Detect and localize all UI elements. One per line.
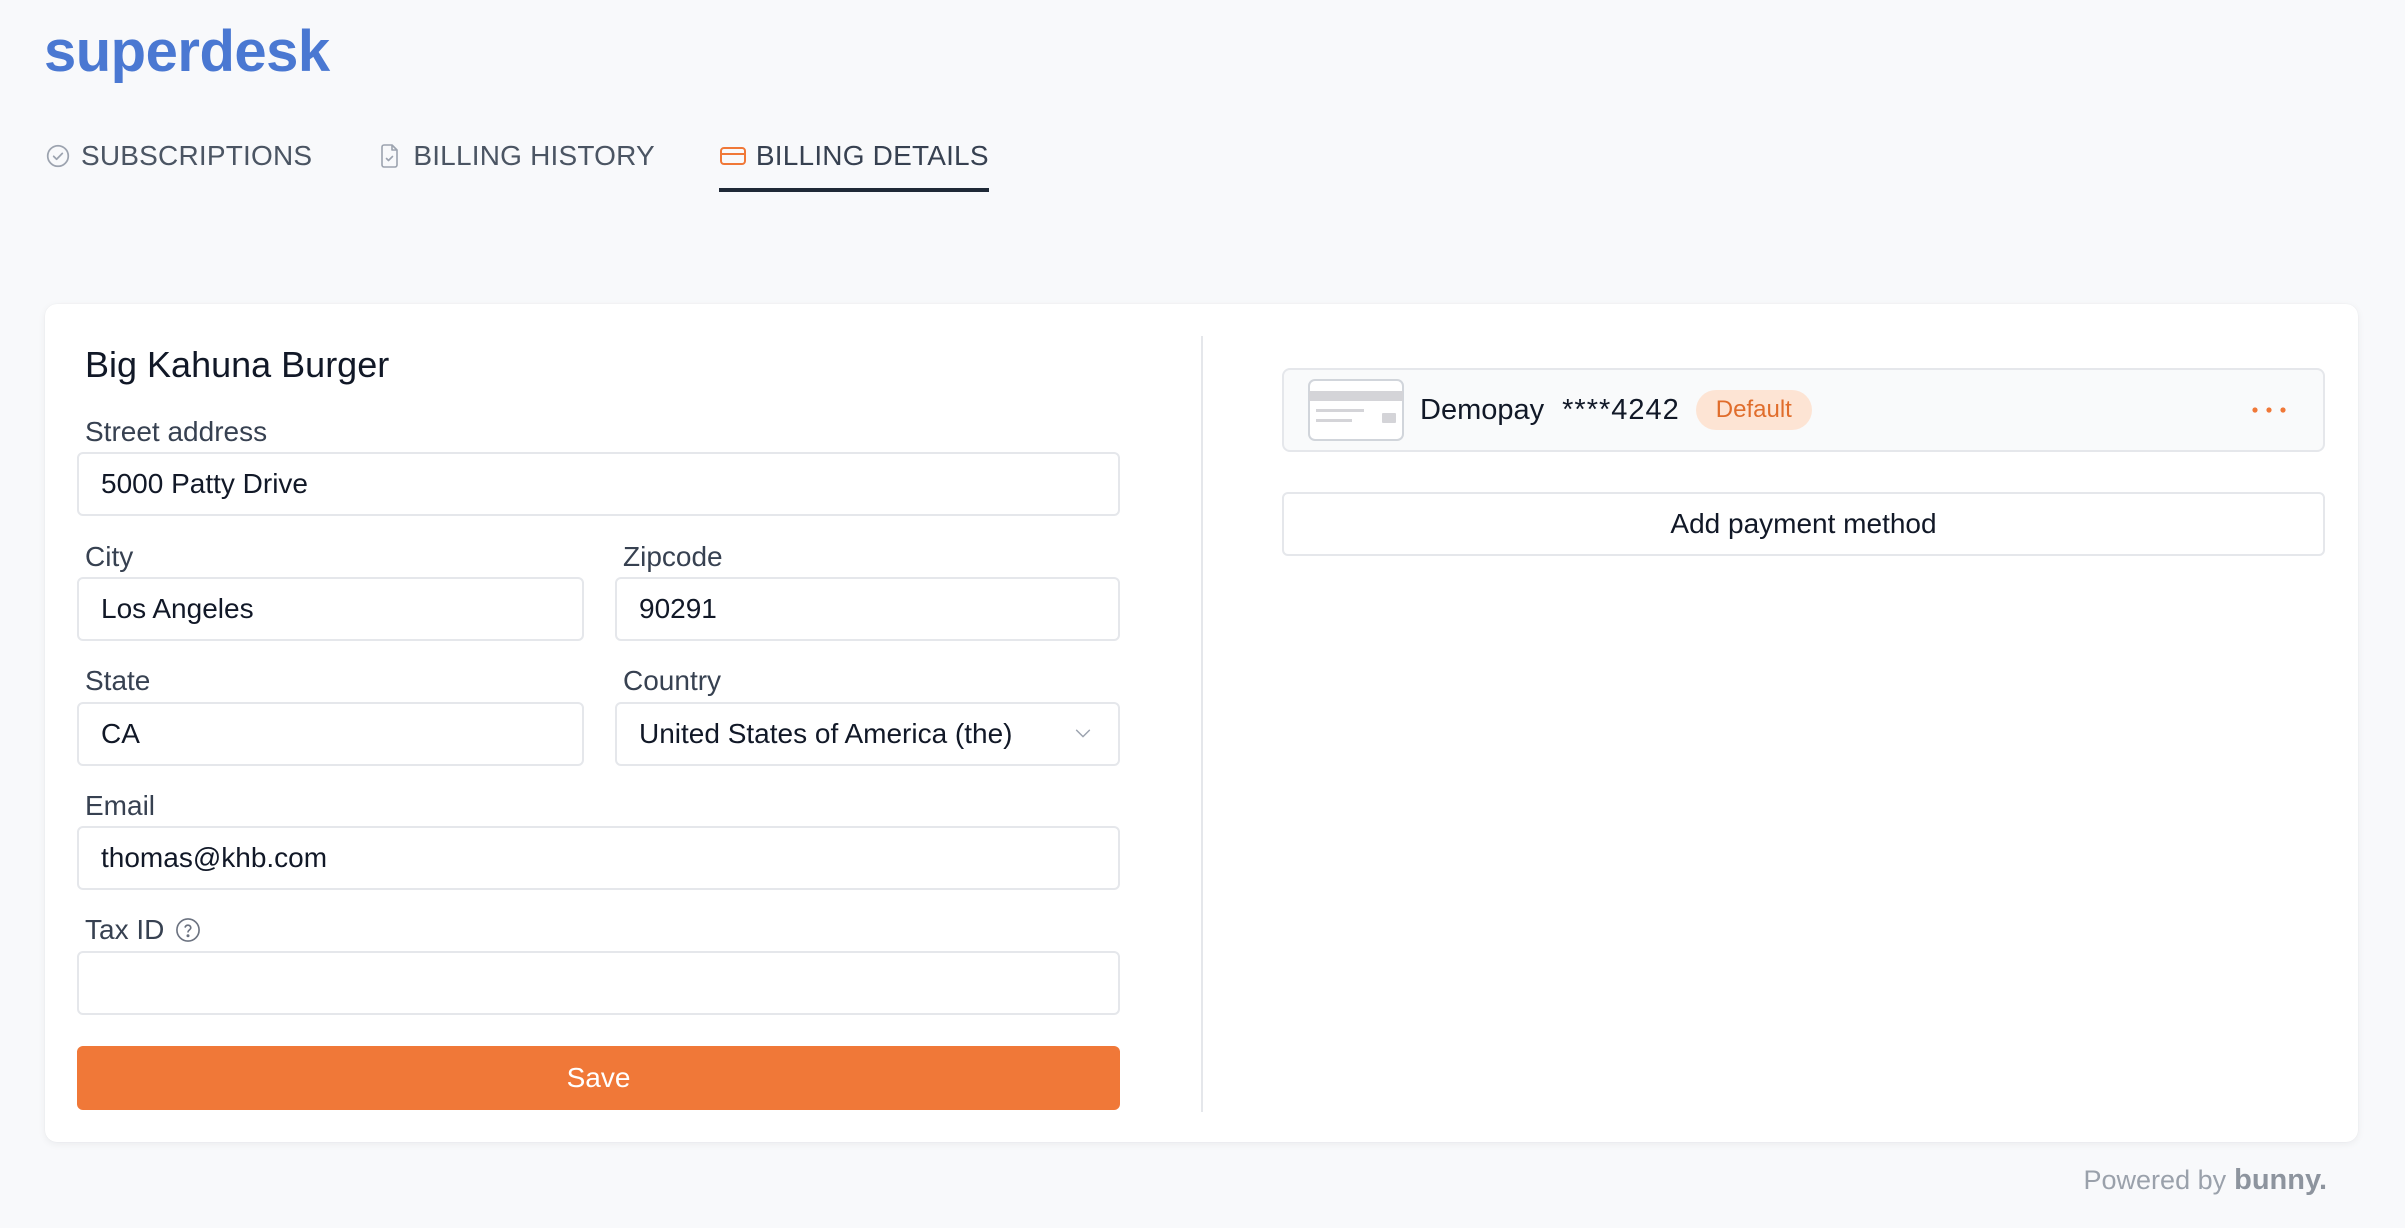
zipcode-value: 90291 — [639, 593, 717, 624]
more-options-button[interactable] — [2249, 392, 2289, 428]
street-address-input[interactable]: 5000 Patty Drive — [77, 452, 1120, 516]
city-value: Los Angeles — [101, 593, 254, 624]
country-select[interactable]: United States of America (the) — [615, 702, 1120, 766]
street-address-value: 5000 Patty Drive — [101, 468, 308, 499]
tab-label: SUBSCRIPTIONS — [81, 140, 313, 171]
column-divider — [1201, 336, 1203, 1112]
help-circle-icon[interactable] — [174, 916, 202, 944]
document-icon — [376, 142, 404, 170]
card-last4: ****4242 — [1562, 393, 1680, 426]
tab-billing-history[interactable]: BILLING HISTORY — [376, 128, 655, 184]
powered-by-footer: Powered by bunny. — [2084, 1164, 2327, 1197]
check-circle-icon — [44, 142, 72, 170]
payment-brand: Demopay — [1420, 393, 1545, 426]
powered-by-text: Powered by — [2083, 1165, 2227, 1195]
more-horizontal-icon — [2252, 407, 2286, 413]
city-input[interactable]: Los Angeles — [77, 577, 584, 641]
email-input[interactable]: thomas@khb.com — [77, 826, 1120, 890]
state-input[interactable]: CA — [77, 702, 584, 766]
credit-card-icon — [1308, 379, 1404, 441]
tab-subscriptions[interactable]: SUBSCRIPTIONS — [44, 128, 312, 184]
company-name: Big Kahuna Burger — [85, 344, 390, 385]
tax-id-label-row: Tax ID — [85, 914, 202, 946]
state-label: State — [85, 665, 151, 696]
city-label: City — [85, 541, 134, 572]
tax-id-label: Tax ID — [85, 914, 165, 945]
tab-billing-details[interactable]: BILLING DETAILS — [718, 128, 989, 192]
tax-id-input[interactable] — [77, 951, 1120, 1015]
default-badge: Default — [1695, 390, 1812, 430]
app-root: superdesk SUBSCRIPTIONS BILLING HISTORY — [0, 0, 2405, 1228]
chevron-down-icon — [1072, 722, 1096, 746]
powered-by-brand[interactable]: bunny. — [2234, 1164, 2327, 1197]
state-value: CA — [101, 718, 140, 749]
add-payment-method-button[interactable]: Add payment method — [1282, 492, 2325, 556]
email-label: Email — [85, 790, 156, 821]
payment-method-card: Demopay ****4242 Default — [1282, 368, 2325, 452]
street-address-label: Street address — [85, 416, 268, 447]
app-logo[interactable]: superdesk — [44, 18, 330, 85]
tab-label: BILLING HISTORY — [413, 140, 655, 171]
save-button[interactable]: Save — [77, 1046, 1120, 1110]
tab-bar: SUBSCRIPTIONS BILLING HISTORY BILLING DE… — [44, 128, 1053, 192]
tab-label: BILLING DETAILS — [755, 140, 989, 171]
country-label: Country — [623, 665, 722, 696]
billing-details-card: Big Kahuna Burger Street address 5000 Pa… — [45, 304, 2358, 1142]
credit-card-icon — [719, 142, 747, 170]
email-value: thomas@khb.com — [101, 842, 328, 873]
zipcode-input[interactable]: 90291 — [615, 577, 1120, 641]
zipcode-label: Zipcode — [623, 541, 723, 572]
country-value: United States of America (the) — [639, 718, 1013, 749]
